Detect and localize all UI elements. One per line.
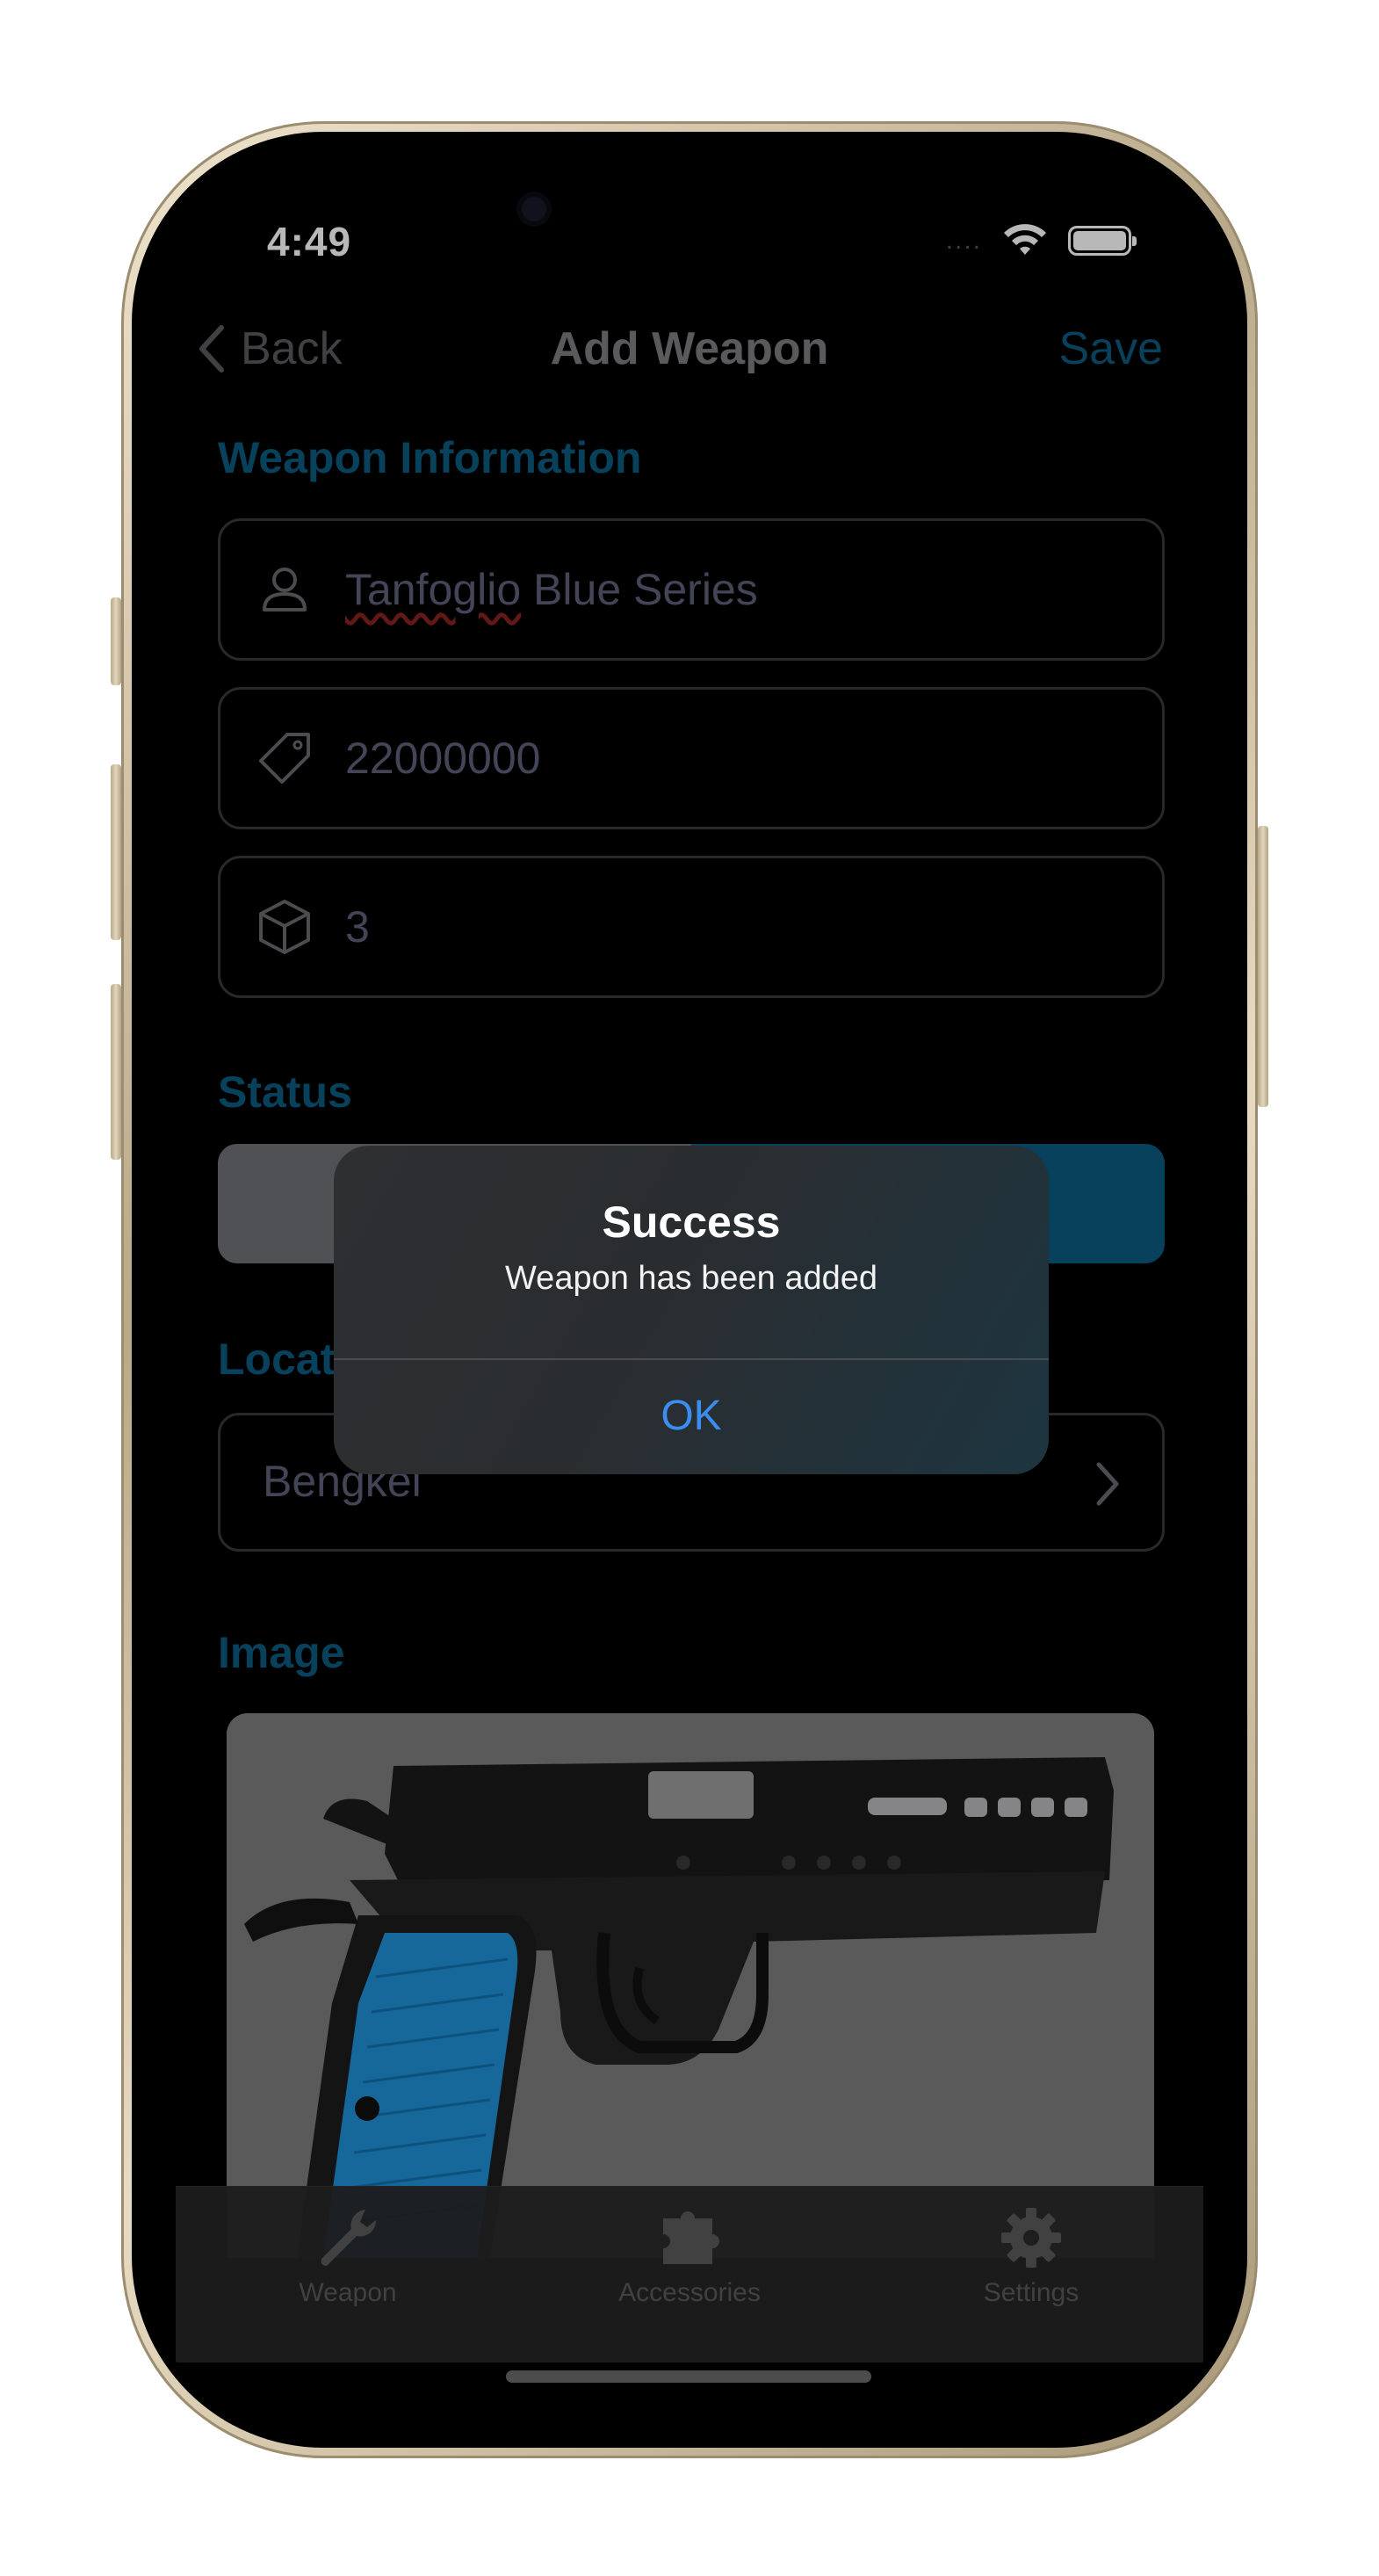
ok-button[interactable]: OK [334,1358,1049,1474]
volume-up-button [111,764,121,940]
alert-message: Weapon has been added [505,1260,877,1297]
power-button [1258,826,1268,1107]
success-alert: Success Weapon has been added OK [334,1146,1049,1474]
volume-down-button [111,984,121,1160]
alert-title: Success [602,1198,781,1247]
silent-switch [111,597,121,685]
screen: 4:49 .... Back Add Weapon Save Weapon In… [142,142,1237,2437]
